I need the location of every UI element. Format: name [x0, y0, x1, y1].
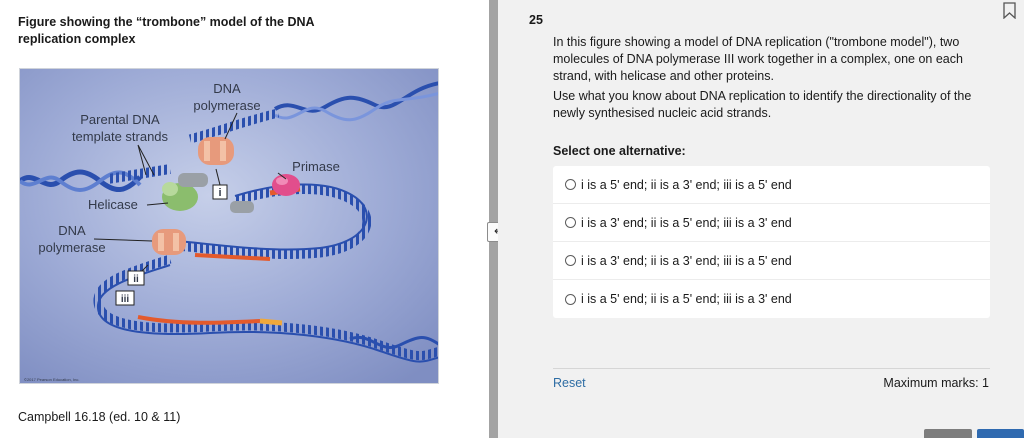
radio-button[interactable] — [565, 179, 576, 190]
trombone-model-figure: i ii iii DNA polymerase Parental DNA tem… — [19, 68, 439, 384]
clamp-loader — [178, 173, 208, 187]
primase-icon — [272, 174, 300, 196]
figure-title: Figure showing the “trombone” model of t… — [18, 15, 315, 46]
label-helicase: Helicase — [88, 197, 138, 212]
question-number: 25 — [529, 13, 543, 27]
label-dna-polymerase-top-1: DNA — [213, 81, 241, 96]
answer-option[interactable]: i is a 3' end; ii is a 3' end; iii is a … — [553, 242, 990, 280]
label-dna-polymerase-left-1: DNA — [58, 223, 86, 238]
answer-option[interactable]: i is a 5' end; ii is a 3' end; iii is a … — [553, 166, 990, 204]
maximum-marks: Maximum marks: 1 — [883, 376, 989, 390]
select-label: Select one alternative: — [553, 144, 686, 158]
label-primase: Primase — [292, 159, 340, 174]
answer-option[interactable]: i is a 3' end; ii is a 5' end; iii is a … — [553, 204, 990, 242]
figure-caption: Campbell 16.18 (ed. 10 & 11) — [18, 410, 181, 424]
answer-options: i is a 5' end; ii is a 3' end; iii is a … — [553, 166, 990, 318]
question-paragraph: In this figure showing a model of DNA re… — [553, 35, 963, 83]
question-paragraph: Use what you know about DNA replication … — [553, 89, 972, 120]
label-dna-polymerase-top-2: polymerase — [193, 98, 260, 113]
figure-panel: Figure showing the “trombone” model of t… — [0, 0, 489, 438]
dna-polymerase-lower-icon — [152, 229, 186, 255]
label-dna-polymerase-left-2: polymerase — [38, 240, 105, 255]
answer-option-label: i is a 5' end; ii is a 3' end; iii is a … — [581, 177, 792, 192]
label-parental-2: template strands — [72, 129, 169, 144]
answer-option-label: i is a 3' end; ii is a 3' end; iii is a … — [581, 253, 792, 268]
reset-button[interactable]: Reset — [553, 376, 586, 390]
radio-button[interactable] — [565, 255, 576, 266]
question-panel: 25 In this figure showing a model of DNA… — [498, 0, 1024, 438]
previous-button[interactable] — [924, 429, 972, 438]
bookmark-icon[interactable] — [1002, 2, 1017, 19]
lower-primer — [259, 318, 283, 326]
marker-i: i — [218, 187, 221, 199]
radio-button[interactable] — [565, 293, 576, 305]
footer-divider — [553, 368, 990, 369]
answer-option-label: i is a 3' end; ii is a 5' end; iii is a … — [581, 215, 792, 230]
answer-option[interactable]: i is a 5' end; ii is a 5' end; iii is a … — [553, 280, 990, 318]
dna-polymerase-top-icon — [198, 137, 234, 165]
radio-button[interactable] — [565, 217, 576, 228]
question-text: In this figure showing a model of DNA re… — [553, 34, 993, 125]
marker-ii: ii — [133, 274, 139, 285]
next-button[interactable] — [977, 429, 1024, 438]
marker-iii: iii — [121, 294, 130, 305]
lagging-clamp — [230, 201, 254, 213]
answer-option-label: i is a 5' end; ii is a 5' end; iii is a … — [581, 292, 792, 306]
label-parental-1: Parental DNA — [80, 112, 160, 127]
copyright-text: ©2017 Pearson Education, Inc. — [24, 377, 79, 382]
pane-divider[interactable] — [489, 0, 498, 438]
